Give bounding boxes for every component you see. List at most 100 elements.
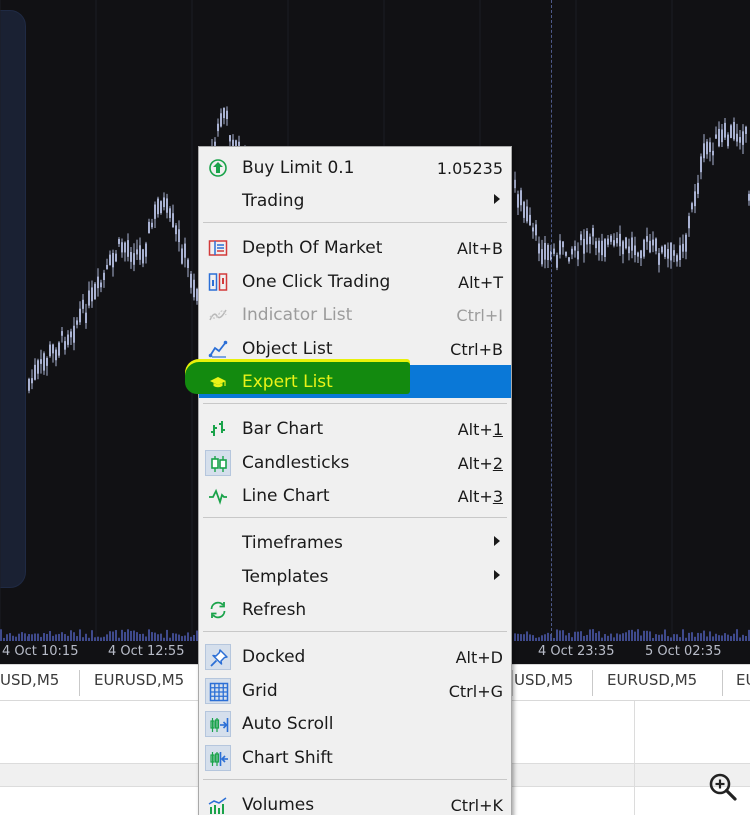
submenu-arrow-icon <box>494 194 500 204</box>
menu-item-label: Trading <box>242 191 305 211</box>
candle-body <box>589 236 591 245</box>
menu-item-bar-chart[interactable]: Bar Chart Alt+1 <box>199 412 511 445</box>
menu-item-one-click-trading[interactable]: One Click Trading Alt+T <box>199 265 511 298</box>
candle-body <box>553 248 555 254</box>
menu-item-templates[interactable]: Templates <box>199 560 511 593</box>
menu-item-trading[interactable]: Trading <box>199 184 511 217</box>
volume-bar <box>18 633 20 641</box>
chart-tab[interactable]: USD,M5 <box>512 671 573 695</box>
menu-separator <box>203 779 507 780</box>
chart-tab[interactable]: EU <box>734 671 750 695</box>
candle-body <box>85 312 87 324</box>
volume-bar <box>187 632 189 641</box>
menu-item-chart-shift[interactable]: Chart Shift <box>199 741 511 774</box>
chart-tab[interactable]: USD,M5 <box>0 671 59 695</box>
candle-body <box>586 231 588 245</box>
object-list-icon <box>205 336 231 362</box>
candle-body <box>535 224 537 236</box>
candle-body <box>127 240 129 257</box>
candle-body <box>703 143 705 159</box>
menu-item-indicator-list[interactable]: Indicator List Ctrl+I <box>199 298 511 331</box>
volume-bar <box>547 632 549 641</box>
menu-item-depth-of-market[interactable]: Depth Of Market Alt+B <box>199 231 511 264</box>
volume-bar <box>109 631 111 641</box>
indicator-list-icon <box>205 302 231 328</box>
candle-body <box>538 243 540 254</box>
candle-body <box>646 236 648 242</box>
candle-body <box>682 243 684 252</box>
candle-body <box>643 239 645 257</box>
candle-body <box>514 179 516 189</box>
volume-bar <box>529 634 531 641</box>
menu-item-grid[interactable]: Grid Ctrl+G <box>199 674 511 707</box>
volume-bar <box>139 634 141 641</box>
candle-body <box>58 342 60 356</box>
volume-bar <box>172 633 174 641</box>
volume-bar <box>61 632 63 641</box>
candle-body <box>706 141 708 155</box>
candle-body <box>715 134 717 139</box>
candle-body <box>619 233 621 247</box>
candle-body <box>655 238 657 252</box>
menu-item-volumes[interactable]: Volumes Ctrl+K <box>199 788 511 815</box>
volume-bar <box>622 633 624 641</box>
menu-item-label: Timeframes <box>242 533 343 553</box>
volume-bar <box>697 632 699 641</box>
volume-bar <box>736 629 738 641</box>
candle-body <box>163 197 165 208</box>
bar-chart-icon <box>205 416 231 442</box>
candle-body <box>547 244 549 261</box>
candle-body <box>637 252 639 257</box>
menu-item-object-list[interactable]: Object List Ctrl+B <box>199 332 511 365</box>
candle-body <box>82 299 84 309</box>
volume-bar <box>664 629 666 641</box>
candle-body <box>688 216 690 229</box>
candle-body <box>745 126 747 134</box>
chart-tab[interactable]: EURUSD,M5 <box>92 671 184 695</box>
volume-bar <box>124 632 126 641</box>
candle-body <box>622 241 624 255</box>
candle-body <box>76 320 78 325</box>
candle-body <box>157 198 159 215</box>
candle-body <box>121 242 123 253</box>
volume-bar <box>517 633 519 641</box>
menu-item-refresh[interactable]: Refresh <box>199 593 511 626</box>
menu-item-timeframes[interactable]: Timeframes <box>199 526 511 559</box>
volume-bar <box>121 629 123 641</box>
volume-bar <box>574 631 576 641</box>
volume-bar <box>703 630 705 641</box>
menu-item-shortcut: Alt+3 <box>457 487 503 506</box>
menu-item-label: Expert List <box>242 372 333 392</box>
menu-item-auto-scroll[interactable]: Auto Scroll <box>199 707 511 740</box>
menu-item-shortcut: Alt+B <box>456 239 503 258</box>
candle-body <box>70 331 72 338</box>
chart-tab[interactable]: EURUSD,M5 <box>605 671 697 695</box>
volume-bar <box>619 634 621 641</box>
time-label: 4 Oct 12:55 <box>108 644 185 659</box>
candle-body <box>187 259 189 268</box>
menu-item-label: Bar Chart <box>242 419 324 439</box>
volume-bar <box>49 631 51 641</box>
grid-icon <box>205 678 231 704</box>
volume-bar <box>91 630 93 641</box>
volume-bar <box>562 630 564 641</box>
menu-item-expert-list[interactable]: Expert List <box>185 362 511 398</box>
submenu-arrow-icon <box>494 570 500 580</box>
candle-body <box>544 242 546 260</box>
menu-item-candlesticks[interactable]: Candlesticks Alt+2 <box>199 446 511 479</box>
volume-bar <box>136 632 138 641</box>
candle-body <box>28 378 30 391</box>
candle-body <box>736 133 738 142</box>
volumes-icon <box>205 792 231 815</box>
volume-bar <box>43 633 45 641</box>
candle-body <box>181 248 183 264</box>
depth-of-market-icon <box>205 235 231 261</box>
volume-bar <box>154 632 156 641</box>
zoom-in-icon[interactable] <box>707 771 739 803</box>
volume-bar <box>715 633 717 641</box>
menu-item-docked[interactable]: Docked Alt+D <box>199 640 511 673</box>
menu-item-line-chart[interactable]: Line Chart Alt+3 <box>199 479 511 512</box>
menu-item-buy-limit[interactable]: Buy Limit 0.1 1.05235 <box>199 151 511 184</box>
candle-body <box>64 341 66 350</box>
menu-separator <box>203 403 507 404</box>
